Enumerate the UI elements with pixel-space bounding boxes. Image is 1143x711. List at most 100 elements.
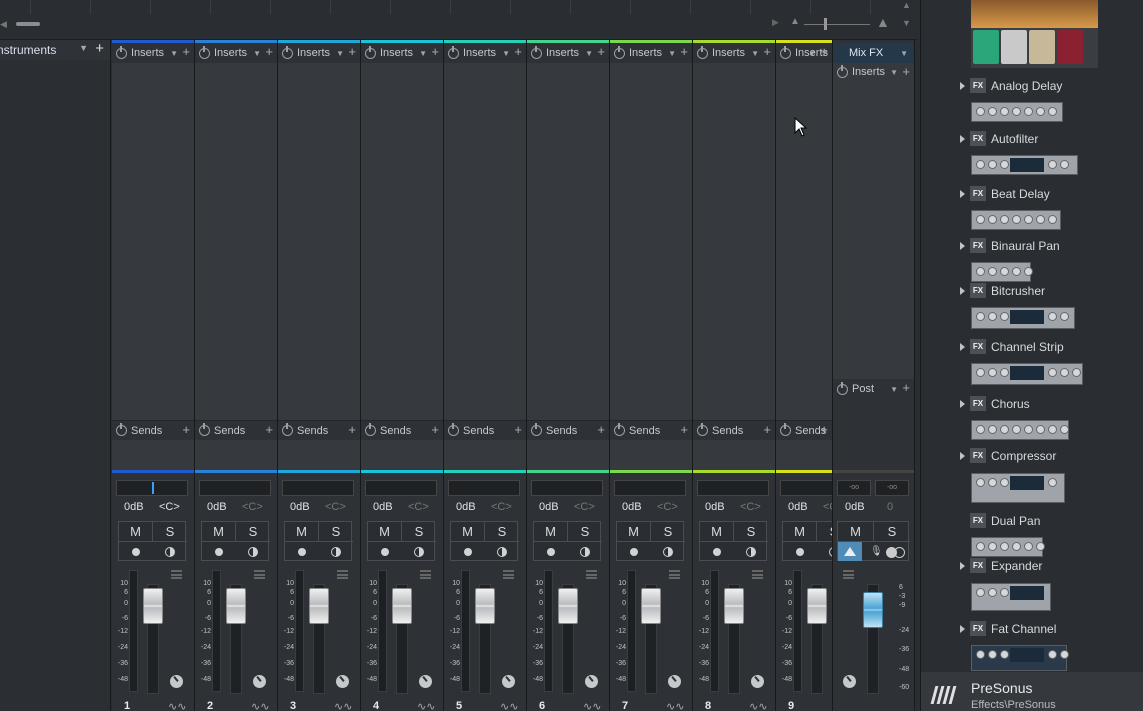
knob-icon[interactable] [843,675,856,688]
sends-header[interactable]: Sends + [610,420,692,440]
fx-list-item[interactable]: FX Beat Delay [921,184,1143,204]
monitor-icon[interactable] [331,547,341,557]
mix-fx-inserts-header[interactable]: Inserts ▼ + [833,63,914,81]
mute-button[interactable]: M [534,522,568,542]
power-icon[interactable] [614,423,625,436]
zoom-slider-handle[interactable] [824,18,827,30]
timeline-ruler[interactable] [0,0,917,14]
fx-list-item[interactable]: FX Compressor [921,446,1143,466]
mute-button[interactable]: M [119,522,153,542]
expand-arrow-icon[interactable] [960,452,965,460]
fader-handle[interactable] [309,588,329,624]
waveform-icon[interactable]: ∿∿ [583,700,601,711]
chevron-down-icon[interactable]: ▼ [900,49,908,58]
add-insert-icon[interactable]: + [763,44,771,59]
sends-area[interactable] [444,440,526,470]
solo-button[interactable]: S [319,522,353,542]
chevron-down-icon[interactable]: ▼ [419,49,427,58]
add-insert-icon[interactable]: + [597,44,605,59]
solo-button[interactable]: S [153,522,187,542]
fx-list-item[interactable]: FX Channel Strip [921,337,1143,357]
inserts-header[interactable]: Inserts ▼ + [444,43,526,63]
sends-area[interactable] [195,440,277,470]
knob-icon[interactable] [253,675,266,688]
pan-value[interactable]: <C> [159,501,180,513]
gain-value[interactable]: 0dB [207,501,227,513]
add-insert-icon[interactable]: + [902,64,910,79]
record-arm-icon[interactable] [796,548,804,556]
sends-header[interactable]: Sends + [693,420,775,440]
fx-thumbnail[interactable] [971,363,1083,385]
sends-header[interactable]: Sends + [444,420,526,440]
expand-arrow-icon[interactable] [960,625,965,633]
gain-value[interactable]: 0dB [845,501,865,513]
mute-button[interactable]: M [617,522,651,542]
expand-arrow-icon[interactable] [960,242,965,250]
list-icon[interactable] [503,570,514,579]
fx-thumbnail[interactable] [971,155,1078,175]
zoom-slider-track[interactable] [804,24,870,25]
add-insert-icon[interactable]: + [820,44,828,59]
power-icon[interactable] [448,45,459,59]
add-post-icon[interactable]: + [902,380,910,395]
waveform-icon[interactable]: ∿∿ [417,700,435,711]
knob-icon[interactable] [502,675,515,688]
solo-button[interactable]: S [568,522,602,542]
solo-button[interactable]: S [817,522,832,542]
inserts-area[interactable] [361,63,443,420]
list-icon[interactable] [337,570,348,579]
play-arrow-icon[interactable]: ▶ [772,17,779,28]
waveform-icon[interactable]: ∿∿ [334,700,352,711]
waveform-icon[interactable]: ∿∿ [666,700,684,711]
channel-name-field[interactable] [614,480,686,496]
mute-button[interactable]: M [368,522,402,542]
add-insert-icon[interactable]: + [348,44,356,59]
monitor-icon[interactable] [746,547,756,557]
record-arm-icon[interactable] [630,548,638,556]
fx-thumbnail[interactable] [971,420,1069,440]
inserts-header[interactable]: Inserts ▼ + [112,43,194,63]
channel-name-field[interactable] [282,480,354,496]
solo-button[interactable]: S [402,522,436,542]
fx-list-item[interactable]: FX Binaural Pan [921,236,1143,256]
sends-area[interactable] [693,440,775,470]
solo-button[interactable]: S [734,522,768,542]
record-arm-icon[interactable] [298,548,306,556]
gain-value[interactable]: 0dB [622,501,642,513]
gain-value[interactable]: 0dB [124,501,144,513]
record-arm-icon[interactable] [215,548,223,556]
chevron-down-icon[interactable]: ▼ [808,49,816,58]
inserts-header[interactable]: Inserts ▼ + [610,43,692,63]
solo-button[interactable]: S [236,522,270,542]
inserts-area[interactable] [278,63,360,420]
pan-value[interactable]: <C> [574,501,595,513]
inserts-area[interactable] [693,63,775,420]
pan-value[interactable]: <C> [740,501,761,513]
power-icon[interactable] [531,45,542,59]
add-send-icon[interactable]: + [820,422,828,437]
list-icon[interactable] [669,570,680,579]
sends-area[interactable] [361,440,443,470]
instruments-header[interactable]: nstruments ▼ + [0,40,110,60]
mute-button[interactable]: M [451,522,485,542]
sends-header[interactable]: Sends + [195,420,277,440]
mute-button[interactable]: M [838,522,874,542]
plugin-preview-thumbnail[interactable] [971,0,1098,68]
solo-button[interactable]: S [874,522,910,542]
add-send-icon[interactable]: + [597,422,605,437]
monitor-icon[interactable] [497,547,507,557]
sends-area[interactable] [112,440,194,470]
zoom-in-icon[interactable]: ▲ [876,14,890,30]
list-icon[interactable] [171,570,182,579]
fader-handle[interactable] [641,588,661,624]
add-send-icon[interactable]: + [514,422,522,437]
inserts-header[interactable]: Inserts ▼ + [776,43,832,63]
power-icon[interactable] [199,45,210,59]
sends-header[interactable]: Sends + [112,420,194,440]
sends-area[interactable] [278,440,360,470]
waveform-icon[interactable]: ∿∿ [251,700,269,711]
fader-handle[interactable] [558,588,578,624]
waveform-icon[interactable]: ∿∿ [168,700,186,711]
sends-area[interactable] [610,440,692,470]
list-icon[interactable] [254,570,265,579]
